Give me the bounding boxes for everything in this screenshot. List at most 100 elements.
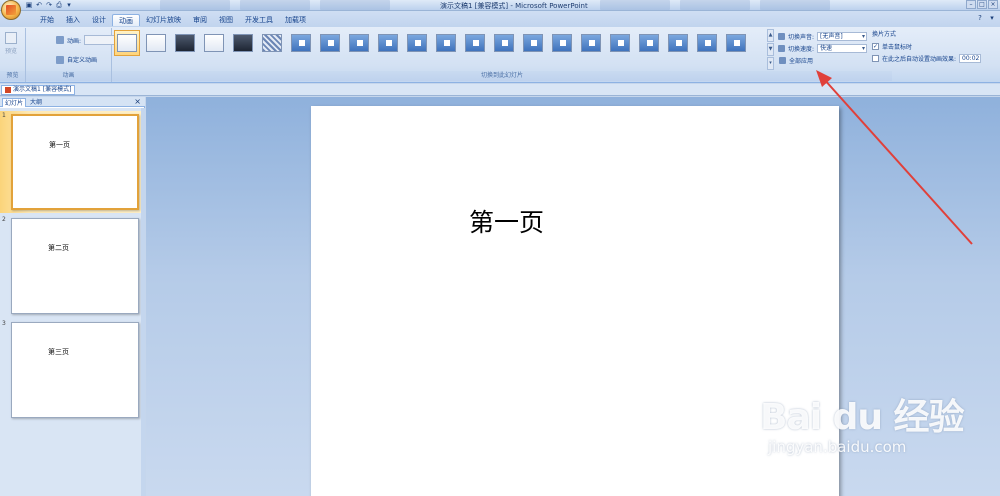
transition-thumb [726,34,746,52]
slide-thumbnail-title: 第二页 [48,244,69,252]
transition-wipe-left[interactable] [317,30,343,56]
auto-advance-row: 在此之后自动设置动画效果: 00:02 [872,52,982,64]
tab-insert[interactable]: 插入 [60,14,86,26]
slide-thumbnail-row[interactable]: 3 第三页 [0,319,145,421]
redo-icon[interactable]: ↷ [45,1,53,9]
animate-label: 动画: [67,37,82,45]
gallery-more-icon[interactable]: ▾ [767,57,774,70]
on-click-label: 单击鼠标时 [882,43,913,51]
ribbon: 预览 预览 动画: 自定义动画 动画 切换到此幻灯片 ▲ ▼ ▾ 切换声音: [… [0,27,1000,83]
preview-group: 预览 预览 [0,28,26,82]
transition-push-down[interactable] [433,30,459,56]
transition-zoom-in[interactable] [665,30,691,56]
transition-cover-left[interactable] [578,30,604,56]
transition-thumb [204,34,224,52]
slides-pane-tabs: 幻灯片 大纲 × [0,97,145,107]
tab-slides[interactable]: 幻灯片 [2,98,27,107]
close-icon[interactable]: × [134,97,141,107]
auto-advance-label: 在此之后自动设置动画效果: [882,55,957,63]
background-window-ghost [320,0,390,10]
transition-fade[interactable] [143,30,169,56]
watermark-url: jingyan.baidu.com [768,438,907,456]
transition-split[interactable] [404,30,430,56]
maximize-button[interactable]: □ [977,0,987,9]
window-controls: – □ × [966,0,998,9]
transition-thumb [117,34,137,52]
auto-advance-checkbox[interactable] [872,54,879,62]
transition-cut-black[interactable] [230,30,256,56]
transition-thumb [378,34,398,52]
transition-wipe-up[interactable] [375,30,401,56]
slides-pane: 幻灯片 大纲 × 1 第一页 2 第二页 3 第三页 [0,97,145,496]
transition-thumb [233,34,253,52]
slide-thumbnail-title: 第一页 [49,141,70,149]
transition-cut[interactable] [201,30,227,56]
slide-number: 1 [2,112,6,119]
document-tab[interactable]: 演示文稿1 [兼容模式] [1,85,76,95]
on-click-checkbox[interactable]: ✓ [872,42,879,50]
minimize-button[interactable]: – [966,0,976,9]
apply-all-button[interactable]: 全部应用 [778,54,867,66]
transition-none[interactable] [114,30,140,56]
background-window-ghost [680,0,750,10]
auto-advance-time-input[interactable]: 00:02 [959,53,982,63]
slide-thumbnail-row[interactable]: 1 第一页 [0,111,145,213]
tab-view[interactable]: 视图 [213,14,239,26]
transition-cover-down[interactable] [549,30,575,56]
transition-thumb [320,34,340,52]
tab-addins[interactable]: 加载项 [279,14,312,26]
slide-thumbnail[interactable]: 第二页 [11,218,139,314]
transition-zoom-out[interactable] [694,30,720,56]
close-button[interactable]: × [988,0,998,9]
custom-animation-button[interactable]: 自定义动画 [56,55,97,64]
slide-thumbnail[interactable]: 第一页 [11,114,139,210]
tab-outline[interactable]: 大纲 [28,98,44,107]
transition-thumb [494,34,514,52]
apply-all-icon [779,56,786,64]
slide-thumbnail-row[interactable]: 2 第二页 [0,215,145,317]
transition-wipe-down[interactable] [288,30,314,56]
transition-thumb [291,34,311,52]
transition-dissolve[interactable] [259,30,285,56]
slide-thumbnail[interactable]: 第三页 [11,322,139,418]
speed-row: 切换速度: 快速 [778,42,868,54]
transition-cover-up[interactable] [636,30,662,56]
gallery-up-icon[interactable]: ▲ [767,29,774,42]
undo-icon[interactable]: ↶ [35,1,43,9]
customize-icon[interactable]: ▾ [65,1,73,9]
transition-thumb [668,34,688,52]
tab-animations[interactable]: 动画 [112,14,140,26]
transition-wheel[interactable] [723,30,749,56]
slide-title-text[interactable]: 第一页 [469,203,544,239]
help-icon[interactable]: ? [976,14,984,22]
transition-push-up[interactable] [520,30,546,56]
transition-push-right[interactable] [491,30,517,56]
transition-thumb [581,34,601,52]
tab-developer[interactable]: 开发工具 [239,14,279,26]
transition-fade-black[interactable] [172,30,198,56]
speed-label: 切换速度: [788,45,815,53]
tab-home[interactable]: 开始 [34,14,60,26]
speed-select[interactable]: 快速 [817,43,868,53]
transition-thumb [697,34,717,52]
save-icon[interactable]: ▣ [25,1,33,9]
slides-list: 1 第一页 2 第二页 3 第三页 [0,108,145,496]
tab-review[interactable]: 审阅 [187,14,213,26]
office-button[interactable] [1,0,21,20]
transition-thumb [523,34,543,52]
tab-design[interactable]: 设计 [86,14,112,26]
print-icon[interactable]: ⎙ [55,1,63,9]
on-click-row: ✓ 单击鼠标时 [872,40,981,52]
transition-wipe-right[interactable] [346,30,372,56]
transition-group-label: 切换到此幻灯片 [112,71,892,81]
pane-splitter[interactable] [141,108,145,496]
preview-icon [5,32,17,44]
transition-push-left[interactable] [462,30,488,56]
sound-select[interactable]: [无声音] [817,31,868,41]
transition-cover-right[interactable] [607,30,633,56]
gallery-down-icon[interactable]: ▼ [767,43,774,56]
tab-slideshow[interactable]: 幻灯片放映 [140,14,187,26]
preview-button[interactable]: 预览 [3,32,19,55]
ribbon-tab-bar: 开始 插入 设计 动画 幻灯片放映 审阅 视图 开发工具 加载项 ? ▾ [0,11,1000,27]
ribbon-minimize-icon[interactable]: ▾ [988,14,996,22]
